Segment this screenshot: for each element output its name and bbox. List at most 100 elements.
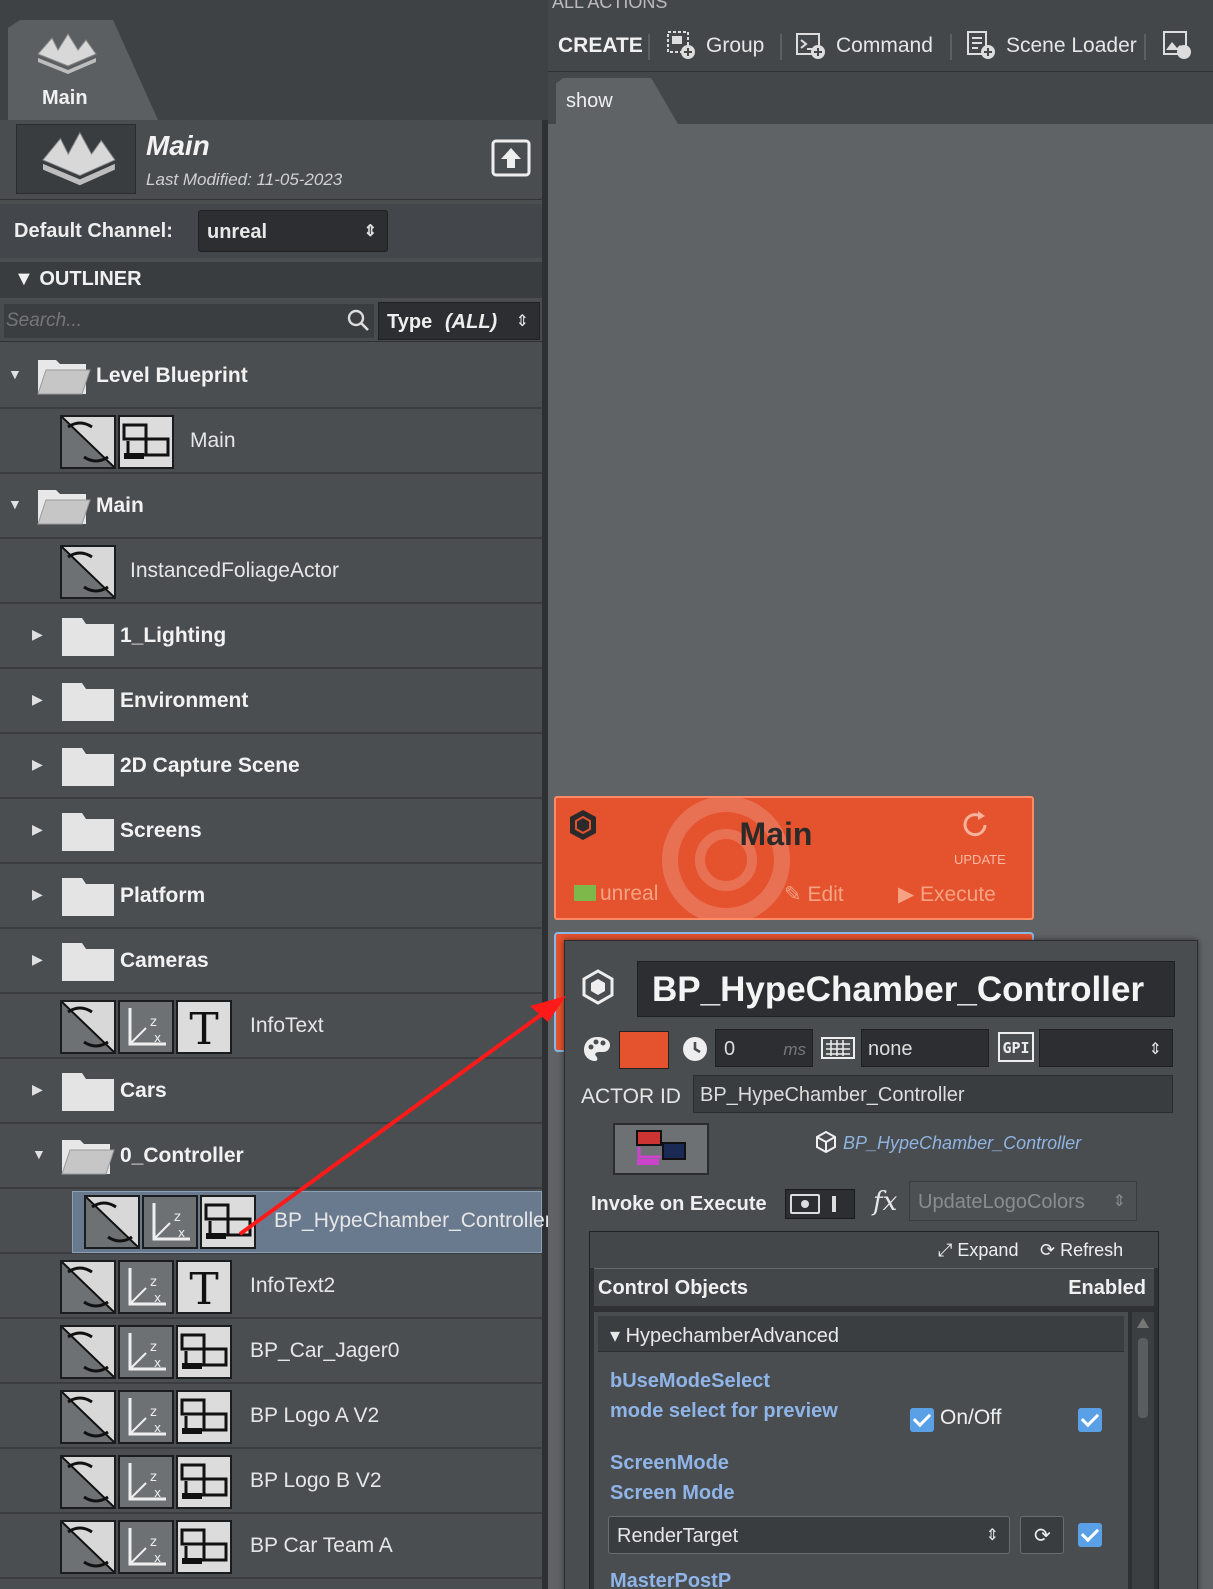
function-select[interactable]: UpdateLogoColors ⇕ <box>909 1181 1137 1221</box>
tree-folder-row[interactable]: ▼ Level Blueprint <box>0 344 542 409</box>
blueprint-thumbnail <box>613 1123 709 1175</box>
invoke-on-execute-toggle[interactable] <box>785 1189 855 1219</box>
tree-actor-row[interactable]: Main <box>0 409 542 474</box>
enabled-checkbox[interactable] <box>1078 1408 1102 1432</box>
search-icon[interactable] <box>346 308 370 332</box>
expand-arrow-icon[interactable]: ▶ <box>32 886 46 902</box>
collapse-arrow-icon[interactable]: ▼ <box>8 496 22 512</box>
on-off-checkbox[interactable] <box>910 1408 934 1432</box>
create-group-label: Group <box>706 34 765 57</box>
visibility-icon[interactable] <box>60 545 116 599</box>
tree-item-label: BP Logo A V2 <box>250 1404 380 1427</box>
tree-actor-row[interactable]: z x T InfoText <box>0 994 542 1059</box>
collapse-arrow-icon[interactable]: ▼ <box>8 366 22 382</box>
tree-folder-row[interactable]: ▶ 2D Capture Scene <box>0 734 542 799</box>
blueprint-icon <box>176 1390 232 1444</box>
tab-show[interactable]: show <box>556 78 678 124</box>
refresh-button[interactable]: ⟳ Refresh <box>1040 1240 1123 1261</box>
visibility-icon[interactable] <box>84 1195 140 1249</box>
action-name-field[interactable]: BP_HypeChamber_Controller <box>637 961 1175 1017</box>
tree-folder-row[interactable]: ▶ Platform <box>0 864 542 929</box>
blueprint-link[interactable]: BP_HypeChamber_Controller <box>815 1131 1081 1154</box>
select-arrows-icon: ⇕ <box>1148 1041 1162 1058</box>
tree-folder-row[interactable]: ▼ 0_Controller <box>0 1124 542 1189</box>
gpi-select[interactable]: ⇕ <box>1039 1029 1173 1067</box>
property-group-header[interactable]: ▾ HypechamberAdvanced <box>598 1316 1124 1352</box>
folder-icon <box>62 813 114 851</box>
tree-item-label: InfoText2 <box>250 1274 336 1297</box>
palette-icon[interactable] <box>581 1033 613 1065</box>
default-channel-value: unreal <box>207 221 268 243</box>
visibility-icon[interactable] <box>60 1520 116 1574</box>
tree-actor-row[interactable]: z x T InfoText2 <box>0 1254 542 1319</box>
blueprint-icon <box>176 1455 232 1509</box>
expand-button[interactable]: ⤢ Expand <box>938 1240 1018 1261</box>
execute-button[interactable]: ▶ Execute <box>898 882 996 907</box>
actor-icon-group <box>60 415 174 469</box>
upload-icon[interactable] <box>490 138 532 178</box>
action-card-channel-label: unreal <box>600 882 659 905</box>
tree-folder-row[interactable]: ▶ Screens <box>0 799 542 864</box>
tree-folder-row[interactable]: ▼ Main <box>0 474 542 539</box>
scrollbar[interactable] <box>1132 1312 1154 1589</box>
screen-mode-select[interactable]: RenderTarget ⇕ <box>608 1516 1010 1554</box>
property-name: ScreenMode <box>610 1452 729 1474</box>
update-label[interactable]: UPDATE <box>954 852 1006 867</box>
create-scene-loader-button[interactable]: Scene Loader <box>966 30 1146 62</box>
delay-field[interactable]: 0 ms <box>715 1029 813 1067</box>
expand-arrow-icon[interactable]: ▶ <box>32 1081 46 1097</box>
reset-button[interactable]: ⟳ <box>1020 1516 1064 1554</box>
property-group-name: ▾ HypechamberAdvanced <box>610 1325 840 1347</box>
tree-actor-row[interactable]: z x BP Logo A V2 <box>0 1384 542 1449</box>
type-filter-select[interactable]: Type (ALL) ⇕ <box>378 302 540 340</box>
create-command-button[interactable]: Command <box>796 30 936 62</box>
visibility-icon[interactable] <box>60 1000 116 1054</box>
visibility-icon[interactable] <box>60 1325 116 1379</box>
expand-arrow-icon[interactable]: ▶ <box>32 951 46 967</box>
tree-actor-row[interactable]: z x BP_Car_Jager0 <box>0 1319 542 1384</box>
tree-folder-row[interactable]: ▶ Environment <box>0 669 542 734</box>
svg-text:x: x <box>154 1356 161 1370</box>
tree-folder-row[interactable]: ▶ Cars <box>0 1059 542 1124</box>
edit-button[interactable]: ✎ Edit <box>784 882 844 907</box>
blueprint-link-label: BP_HypeChamber_Controller <box>843 1133 1082 1153</box>
expand-arrow-icon[interactable]: ▶ <box>32 821 46 837</box>
visibility-icon[interactable] <box>60 1455 116 1509</box>
default-channel-select[interactable]: unreal ⇕ <box>198 210 388 252</box>
expand-arrow-icon[interactable]: ▶ <box>32 626 46 642</box>
tree-item-label: BP_Car_Jager0 <box>250 1339 400 1362</box>
hotkey-field[interactable]: none <box>861 1029 989 1067</box>
color-swatch[interactable] <box>619 1031 669 1069</box>
expand-arrow-icon[interactable]: ▶ <box>32 691 46 707</box>
tree-folder-row[interactable]: ▶ 1_Lighting <box>0 604 542 669</box>
enabled-checkbox[interactable] <box>1078 1523 1102 1547</box>
action-card-main[interactable]: Main UPDATE unreal ✎ Edit ▶ Execute <box>554 796 1034 920</box>
visibility-icon[interactable] <box>60 1390 116 1444</box>
actor-icon-group: zx T <box>60 1000 232 1055</box>
scroll-up-icon[interactable] <box>1137 1318 1149 1328</box>
tree-item-label: InstancedFoliageActor <box>130 559 339 582</box>
create-media-button[interactable] <box>1162 30 1202 62</box>
actor-id-field[interactable]: BP_HypeChamber_Controller <box>693 1075 1173 1113</box>
folder-icon <box>62 878 114 916</box>
tree-item-label: 2D Capture Scene <box>120 754 300 777</box>
visibility-icon[interactable] <box>60 1260 116 1314</box>
expand-arrow-icon[interactable]: ▶ <box>32 756 46 772</box>
outliner-header[interactable]: ▼ OUTLINER <box>0 262 542 298</box>
collapse-arrow-icon[interactable]: ▼ <box>32 1146 46 1162</box>
transform-axis-icon: zx <box>118 1520 174 1574</box>
outliner-search-input[interactable] <box>4 304 374 338</box>
scrollbar-thumb[interactable] <box>1138 1338 1148 1418</box>
tree-actor-row[interactable]: z x BP_HypeChamber_Controller <box>0 1189 552 1254</box>
folder-icon <box>62 748 114 786</box>
tree-actor-row[interactable]: z x BP Car Team A <box>0 1514 542 1579</box>
tree-actor-row[interactable]: z x BP Logo B V2 <box>0 1449 542 1514</box>
folder-icon <box>62 683 114 721</box>
tree-actor-row[interactable]: InstancedFoliageActor <box>0 539 542 604</box>
refresh-icon[interactable] <box>958 808 992 842</box>
tree-folder-row[interactable]: ▶ Cameras <box>0 929 542 994</box>
tree-item-label: BP Logo B V2 <box>250 1469 382 1492</box>
create-group-button[interactable]: Group <box>666 30 776 62</box>
toolbar-divider <box>1144 34 1146 60</box>
visibility-icon[interactable] <box>60 415 116 469</box>
